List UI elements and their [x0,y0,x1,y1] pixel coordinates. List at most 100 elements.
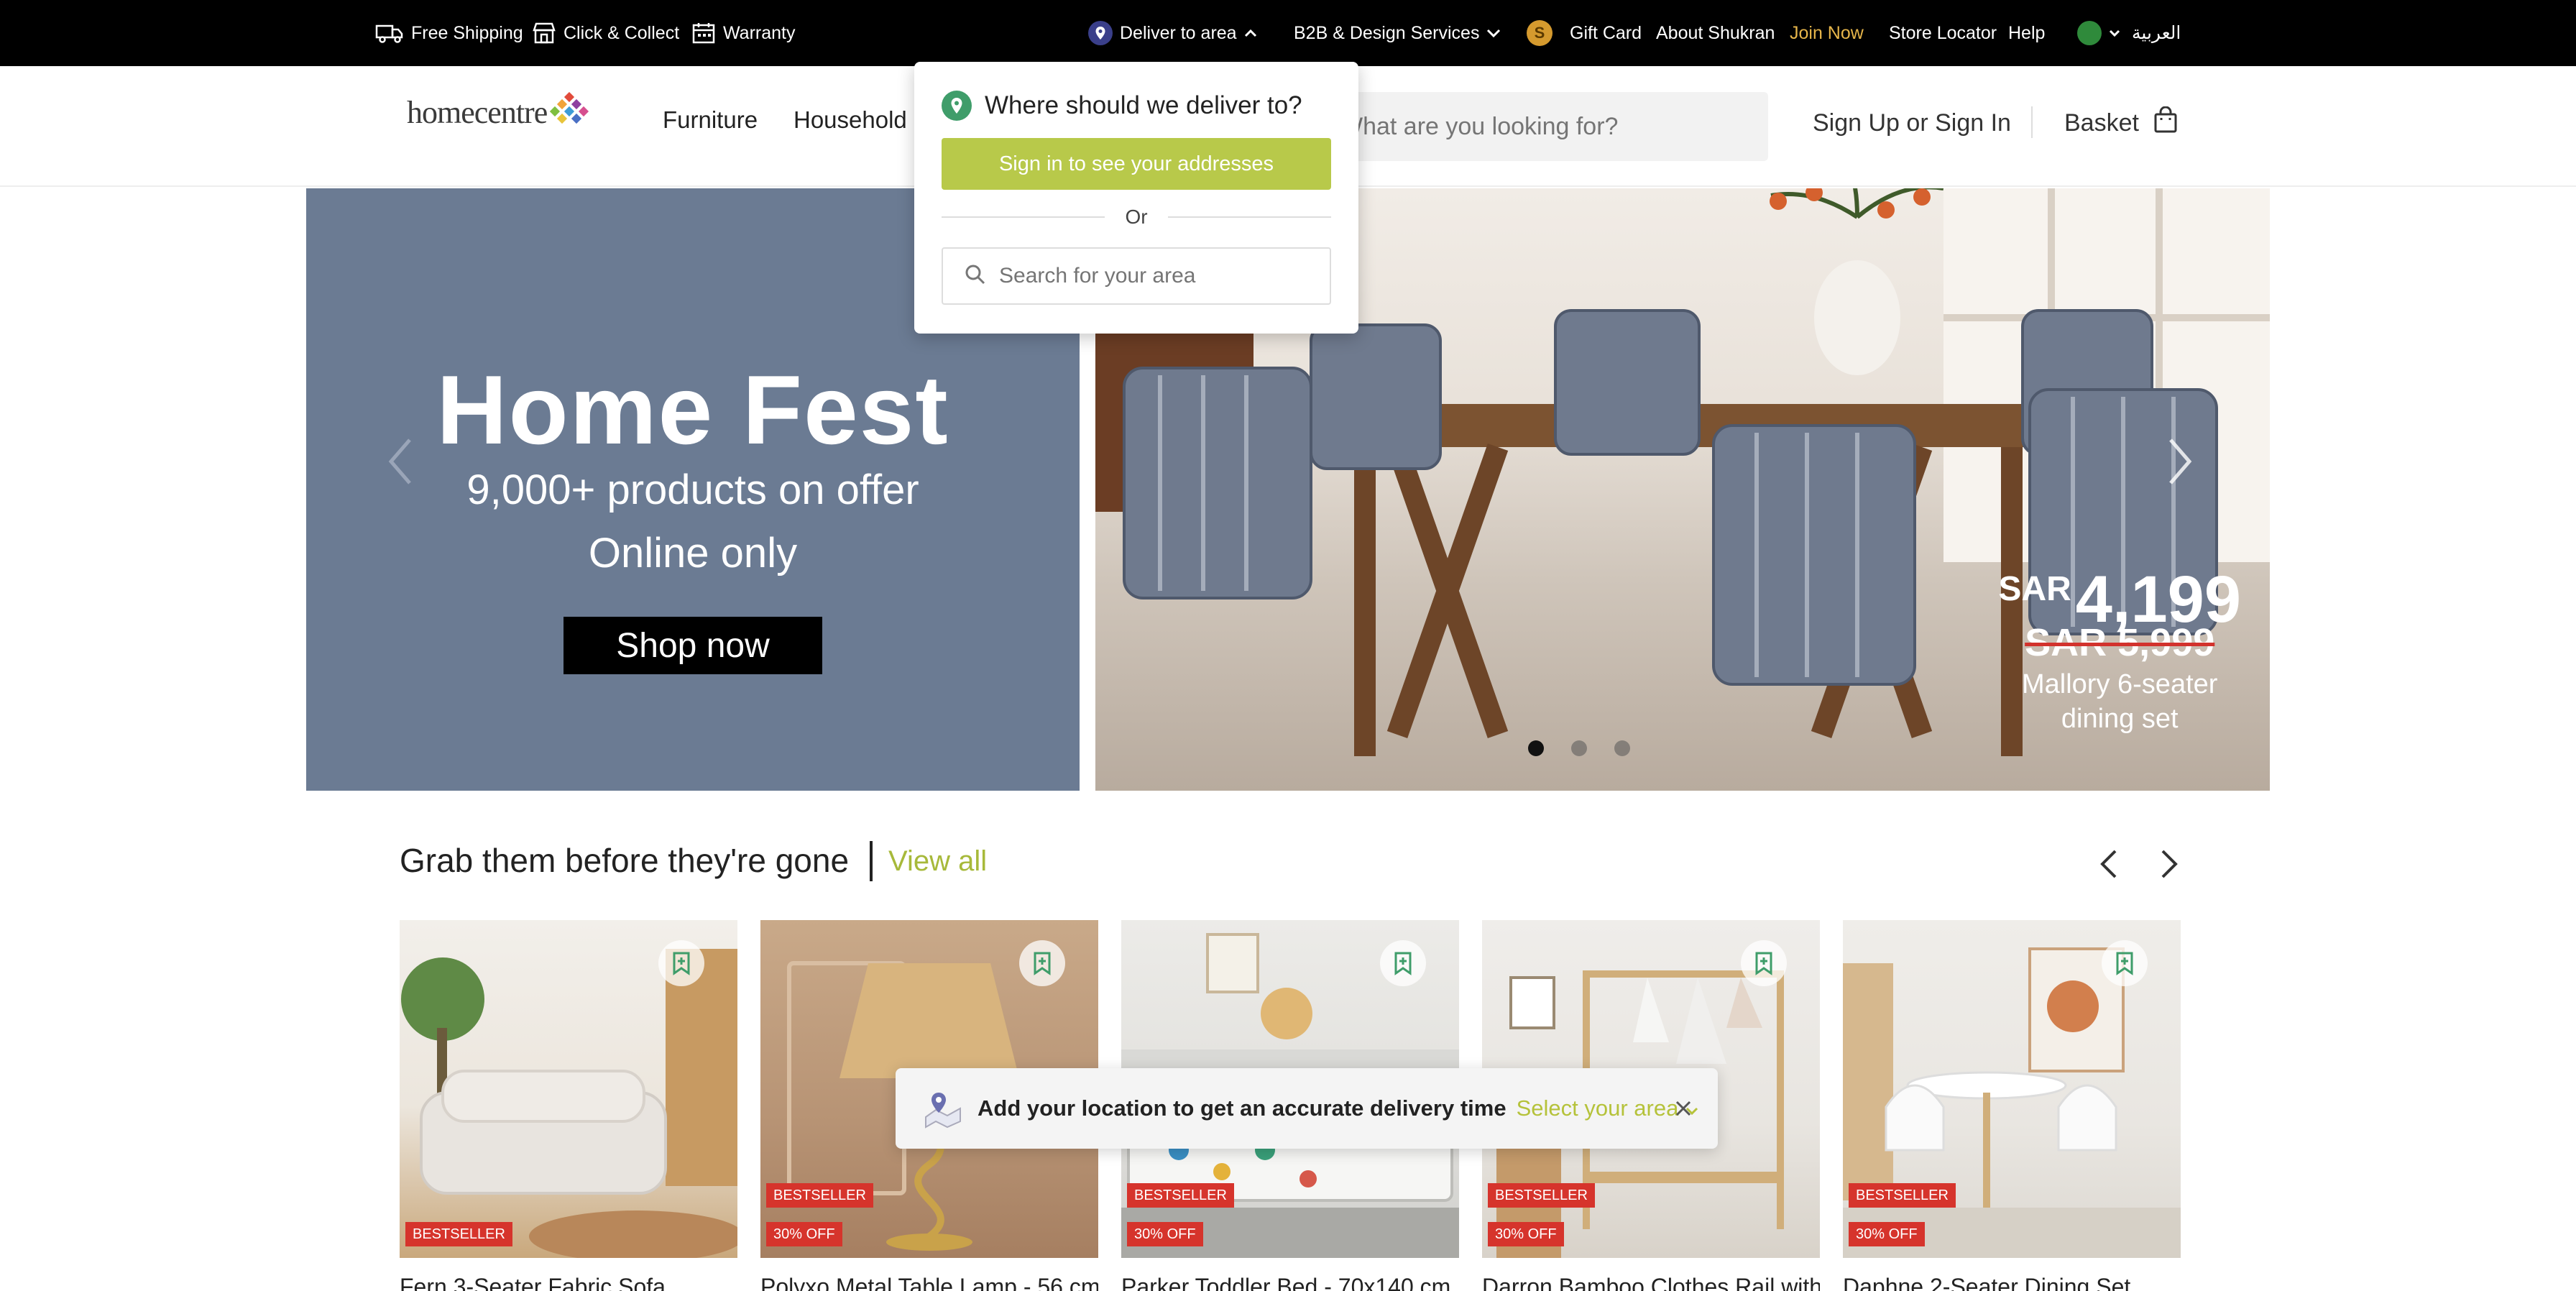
or-label: Or [1125,206,1148,228]
logo-mosaic-icon [550,91,590,133]
warranty-link[interactable]: Warranty [691,0,795,66]
sign-in-link[interactable]: Sign Up or Sign In [1813,109,2011,137]
product-name[interactable]: Daphne 2-Seater Dining Set [1843,1274,2181,1291]
product-card[interactable]: BESTSELLER 30% OFF Daphne 2-Seater Dinin… [1843,920,2181,1291]
hero-next-arrow[interactable] [2159,426,2202,497]
discount-badge: 30% OFF [1849,1222,1925,1246]
store-locator-label: Store Locator [1889,22,1997,43]
bookmark-plus-icon [2116,952,2133,975]
view-all-link[interactable]: View all [888,845,987,878]
toast-message: Add your location to get an accurate del… [978,1095,1506,1121]
warranty-label: Warranty [723,22,796,43]
area-search-input[interactable] [999,264,1330,288]
hero-prev-arrow[interactable] [378,426,421,497]
homecentre-logo[interactable]: homecentre [407,91,590,133]
price-product-line2: dining set [2061,704,2179,734]
click-collect-link[interactable]: Click & Collect [532,0,679,66]
price-old: SAR 5,999 [2025,621,2215,664]
country-selector[interactable] [2077,0,2120,66]
discount-badge: 30% OFF [766,1222,842,1246]
chevron-down-icon [1486,28,1501,38]
carousel-next-button[interactable] [2152,845,2186,883]
product-name[interactable]: Parker Toddler Bed - 70x140 cm [1121,1274,1459,1291]
slide-dot[interactable] [1614,740,1630,756]
top-bar: Free Shipping Click & Collect Warranty D… [0,0,2576,66]
price-callout: SAR4,199 SAR 5,999 Mallory 6-seater dini… [1998,562,2241,734]
bookmark-plus-icon [1755,952,1772,975]
wishlist-button[interactable] [1019,940,1065,986]
bestseller-badge: BESTSELLER [1127,1183,1234,1208]
help-label: Help [2008,22,2046,43]
bestseller-badge: BESTSELLER [1849,1183,1956,1208]
search-bar[interactable] [1322,92,1768,161]
calendar-icon [691,22,716,45]
bookmark-plus-icon [1034,952,1051,975]
slide-dot[interactable] [1528,740,1544,756]
wishlist-button[interactable] [658,940,704,986]
product-image[interactable]: BESTSELLER 30% OFF [1843,920,2181,1258]
free-shipping-link[interactable]: Free Shipping [375,0,523,66]
language-switch[interactable]: العربية [2132,0,2181,66]
hero-title: Home Fest [436,355,949,464]
bookmark-plus-icon [673,952,690,975]
nav-household[interactable]: Household [794,106,907,134]
wishlist-button[interactable] [1741,940,1787,986]
bookmark-plus-icon [1394,952,1412,975]
carousel-prev-button[interactable] [2092,845,2126,883]
chevron-up-icon [1244,29,1257,37]
shopping-bag-icon [2153,106,2178,140]
product-image[interactable]: BESTSELLER [400,920,737,1258]
product-name[interactable]: Polyxo Metal Table Lamp - 56 cm [760,1274,1098,1291]
hero-online-only: Online only [588,530,798,576]
section-divider [870,841,873,881]
product-name[interactable]: Darron Bamboo Clothes Rail with [1482,1274,1820,1291]
deliver-heading: Where should we deliver to? [985,91,1302,119]
close-icon[interactable] [1668,1093,1699,1124]
logo-text: homecentre [407,95,548,130]
deliver-dropdown: Where should we deliver to? Sign in to s… [914,62,1358,334]
discount-badge: 30% OFF [1127,1222,1203,1246]
area-search-field[interactable] [942,247,1331,305]
slide-dot[interactable] [1571,740,1587,756]
join-now-label: Join Now [1790,22,1864,43]
map-location-icon [923,1088,963,1129]
store-icon [532,22,556,45]
basket-link[interactable]: Basket [2064,106,2178,140]
header-divider [2031,106,2033,138]
slide-indicators [1528,740,1630,756]
bestseller-badge: BESTSELLER [1488,1183,1595,1208]
wishlist-button[interactable] [2102,940,2148,986]
product-card[interactable]: BESTSELLER Fern 3-Seater Fabric Sofa [400,920,737,1291]
deliver-to-area-toggle[interactable]: Deliver to area [1088,0,1257,66]
or-separator: Or [942,203,1332,231]
gift-card-label: Gift Card [1570,22,1642,43]
about-shukran-label: About Shukran [1656,22,1775,43]
hero-subtitle: 9,000+ products on offer [466,467,919,513]
b2b-label: B2B & Design Services [1294,22,1480,43]
bestseller-badge: BESTSELLER [766,1183,873,1208]
bestseller-badge: BESTSELLER [405,1222,512,1246]
product-name[interactable]: Fern 3-Seater Fabric Sofa [400,1274,737,1291]
nav-furniture[interactable]: Furniture [663,106,758,134]
sign-in-addresses-button[interactable]: Sign in to see your addresses [942,138,1331,190]
search-input[interactable] [1340,112,1768,141]
section-title: Grab them before they're gone [400,842,850,879]
gift-card-link[interactable]: S Gift Card [1527,0,1642,66]
wishlist-button[interactable] [1380,940,1426,986]
location-pin-icon [1088,21,1113,45]
shop-now-button[interactable]: Shop now [564,617,822,674]
deliver-to-label: Deliver to area [1120,22,1237,43]
language-label: العربية [2132,23,2181,43]
free-shipping-label: Free Shipping [411,22,523,43]
store-locator-link[interactable]: Store Locator [1889,0,1997,66]
click-collect-label: Click & Collect [564,22,680,43]
b2b-services-menu[interactable]: B2B & Design Services [1294,0,1501,66]
about-shukran-link[interactable]: About Shukran [1656,0,1775,66]
basket-label: Basket [2064,109,2139,137]
help-link[interactable]: Help [2008,0,2045,66]
shukran-coin-icon: S [1527,20,1552,46]
join-now-link[interactable]: Join Now [1790,0,1864,66]
select-area-label: Select your area [1516,1095,1679,1121]
location-toast: Add your location to get an accurate del… [896,1068,1718,1149]
deliver-dropdown-header: Where should we deliver to? [942,91,1302,121]
